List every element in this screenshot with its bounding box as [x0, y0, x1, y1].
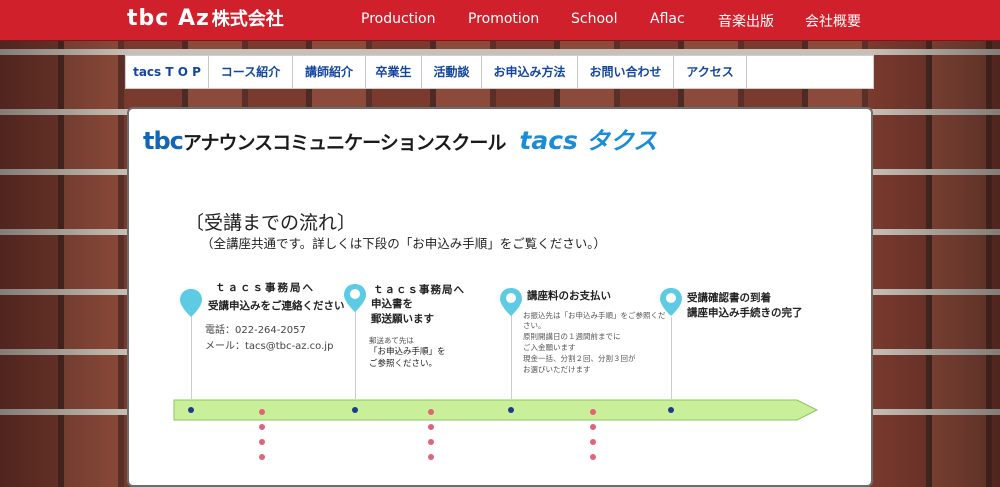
timeline-dot	[188, 407, 194, 413]
subnav-contact[interactable]: お問い合わせ	[578, 56, 674, 88]
map-pin-ring-icon	[344, 284, 366, 312]
banner-takusu: タクス	[585, 127, 658, 155]
banner-tacs: tacs	[519, 126, 578, 155]
guide-line	[191, 315, 192, 399]
step-3-note-3: 原則開講日の１週間前までに	[523, 332, 621, 341]
logo-text: tbc Az	[127, 6, 210, 31]
nav-company-profile[interactable]: 会社概要	[805, 11, 861, 31]
step-2-note-1: 郵送あて先は	[369, 336, 414, 345]
subnav-access[interactable]: アクセス	[674, 56, 747, 88]
timeline-marker	[428, 454, 434, 460]
timeline-dot	[352, 407, 358, 413]
step-1-phone: 電話：022-264-2057	[205, 325, 306, 336]
guide-line	[671, 317, 672, 399]
nav-promotion[interactable]: Promotion	[468, 11, 539, 27]
timeline-arrow	[173, 399, 819, 421]
subnav-course[interactable]: コース紹介	[209, 56, 293, 88]
sub-nav: tacs T O P コース紹介 講師紹介 卒業生 活動談 お申込み方法 お問い…	[125, 55, 874, 89]
map-pin-icon	[180, 289, 202, 317]
timeline-marker	[259, 409, 265, 415]
top-header: tbc Az 株式会社 Production Promotion School A…	[0, 0, 1000, 41]
step-1-title-2: 受講申込みをご連絡ください	[208, 300, 345, 312]
map-pin-ring-icon	[660, 288, 682, 316]
step-2-note-2: 「お申込み手順」を	[369, 347, 446, 357]
step-1-title-1: ｔａｃｓ事務局へ	[215, 282, 315, 294]
company-logo[interactable]: tbc Az 株式会社	[127, 5, 284, 31]
timeline-marker	[259, 454, 265, 460]
step-3-note-5: 現金一括、分割２回、分割３回が	[523, 354, 636, 363]
banner-tbc: tbc	[143, 127, 184, 155]
step-3-note-6: お選びいただけます	[523, 365, 591, 374]
logo-suffix: 株式会社	[211, 9, 284, 30]
subnav-graduates[interactable]: 卒業生	[366, 56, 422, 88]
step-3-note-4: ご入金願います	[523, 343, 576, 352]
step-1-mail: メール：tacs@tbc-az.co.jp	[205, 341, 334, 352]
timeline-marker	[428, 439, 434, 445]
flow-subheading: （全講座共通です。詳しくは下段の「お申込み手順」をご覧ください。）	[201, 236, 607, 251]
step-2-title-1: ｔａｃｓ事務局へ	[373, 284, 465, 296]
content-panel: tbcアナウンスコミュニケーションスクール tacs タクス 〔受講までの流れ〕 （…	[127, 107, 873, 487]
step-4-title-2: 講座申込み手続きの完了	[687, 307, 803, 319]
guide-line	[355, 309, 356, 399]
step-2-note-3: ご参照ください。	[369, 359, 438, 369]
timeline-marker	[590, 424, 596, 430]
nav-production[interactable]: Production	[361, 11, 435, 27]
map-pin-ring-icon	[500, 288, 522, 316]
step-3-title-1: 講座料のお支払い	[527, 290, 611, 302]
nav-music-publishing[interactable]: 音楽出版	[718, 11, 774, 31]
timeline-marker	[590, 409, 596, 415]
school-banner: tbcアナウンスコミュニケーションスクール tacs タクス	[143, 121, 657, 157]
timeline-marker	[590, 454, 596, 460]
timeline-dot	[508, 407, 514, 413]
timeline-marker	[259, 439, 265, 445]
nav-aflac[interactable]: Aflac	[650, 11, 685, 27]
subnav-tacs-top[interactable]: tacs T O P	[126, 56, 209, 88]
flow-heading: 〔受講までの流れ〕	[185, 212, 357, 234]
step-2-title-2: 申込書を	[371, 298, 413, 310]
timeline-marker	[428, 409, 434, 415]
step-3-note-2: さい。	[523, 321, 546, 330]
timeline-marker	[259, 424, 265, 430]
nav-school[interactable]: School	[571, 11, 617, 27]
subnav-application[interactable]: お申込み方法	[482, 56, 578, 88]
banner-school-name: アナウンスコミュニケーションスクール	[182, 132, 506, 154]
guide-line	[511, 313, 512, 399]
subnav-activities[interactable]: 活動談	[422, 56, 482, 88]
subnav-instructors[interactable]: 講師紹介	[293, 56, 366, 88]
timeline-dot	[668, 407, 674, 413]
timeline-marker	[590, 439, 596, 445]
timeline-marker	[428, 424, 434, 430]
step-4-title-1: 受講確認書の到着	[687, 292, 771, 304]
step-2-title-3: 郵送願います	[371, 313, 434, 325]
